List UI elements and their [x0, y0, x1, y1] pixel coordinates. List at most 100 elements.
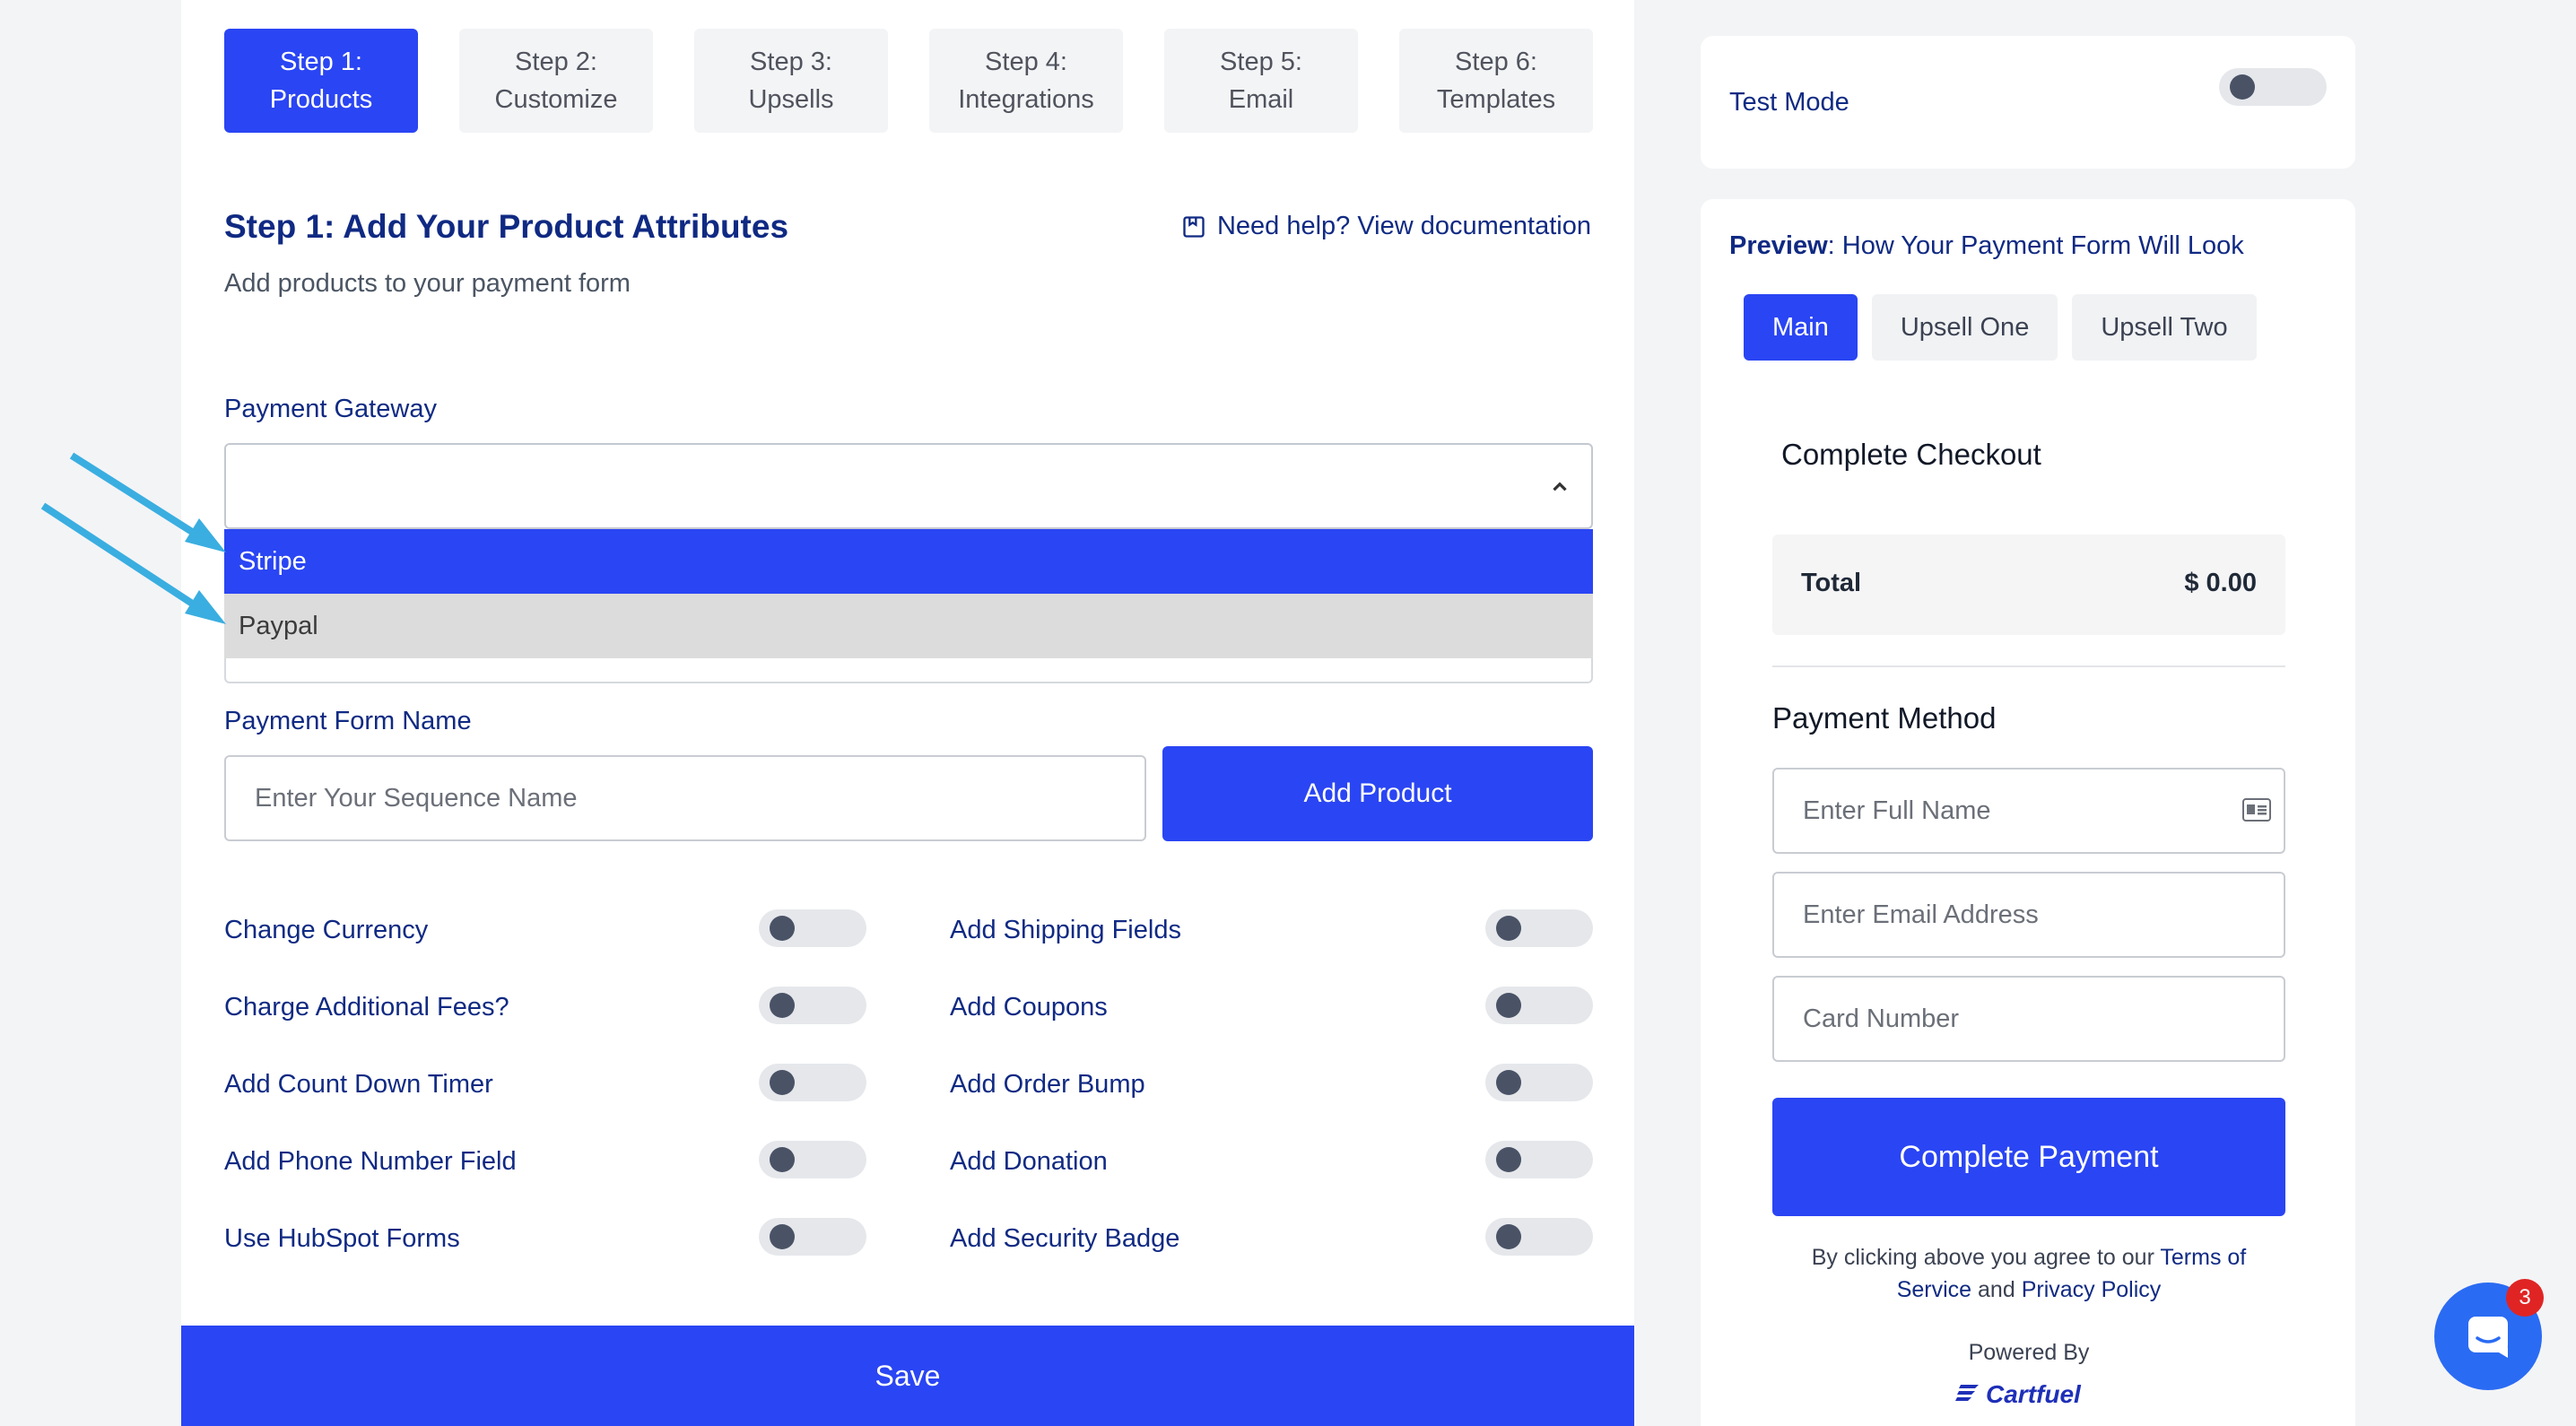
- payment-form-name-label: Payment Form Name: [224, 707, 472, 735]
- documentation-link[interactable]: Need help? View documentation: [1181, 212, 1591, 241]
- tab-step-6-templates[interactable]: Step 6: Templates: [1399, 29, 1593, 133]
- step-name: Integrations: [958, 85, 1094, 114]
- total-label: Total: [1801, 569, 1862, 597]
- full-name-input[interactable]: [1772, 768, 2285, 854]
- option-label: Use HubSpot Forms: [224, 1223, 460, 1253]
- add-product-button[interactable]: Add Product: [1162, 746, 1593, 841]
- toggle-knob: [770, 1224, 795, 1249]
- payment-method-title: Payment Method: [1772, 701, 1997, 735]
- tab-step-4-integrations[interactable]: Step 4: Integrations: [929, 29, 1123, 133]
- page-title: Step 1: Add Your Product Attributes: [224, 208, 789, 245]
- brand-logo: Cartfuel: [1955, 1379, 2108, 1406]
- option-change-currency: Change Currency: [224, 908, 428, 952]
- toggle-donation[interactable]: [1485, 1141, 1593, 1178]
- toggle-knob: [770, 916, 795, 941]
- option-charge-additional-fees: Charge Additional Fees?: [224, 985, 509, 1030]
- option-count-down-timer: Add Count Down Timer: [224, 1062, 493, 1107]
- step-number: Step 4:: [985, 48, 1067, 76]
- privacy-policy-link[interactable]: Privacy Policy: [2022, 1277, 2162, 1302]
- option-label: Change Currency: [224, 915, 429, 944]
- tab-step-3-upsells[interactable]: Step 3: Upsells: [694, 29, 888, 133]
- toggle-knob: [770, 1147, 795, 1172]
- tab-step-2-customize[interactable]: Step 2: Customize: [459, 29, 653, 133]
- option-security-badge: Add Security Badge: [950, 1216, 1179, 1261]
- email-input[interactable]: [1772, 872, 2285, 958]
- option-label: Add Count Down Timer: [224, 1069, 493, 1099]
- option-phone-number-field: Add Phone Number Field: [224, 1139, 517, 1184]
- divider: [1772, 665, 2285, 667]
- test-mode-toggle[interactable]: [2219, 68, 2327, 106]
- page-subtitle: Add products to your payment form: [224, 269, 631, 298]
- tab-upsell-one[interactable]: Upsell One: [1871, 294, 2058, 361]
- preview-panel: Preview: How Your Payment Form Will Look…: [1701, 199, 2355, 1426]
- chat-icon: [2468, 1317, 2508, 1358]
- toggle-count-down-timer[interactable]: [759, 1064, 866, 1101]
- step-name: Products: [269, 85, 373, 114]
- toggle-change-currency[interactable]: [759, 909, 866, 947]
- payment-gateway-select[interactable]: [224, 443, 1593, 529]
- step-name: Email: [1228, 85, 1294, 114]
- option-label: Add Order Bump: [950, 1069, 1145, 1099]
- toggle-knob: [770, 993, 795, 1018]
- option-label: Add Security Badge: [950, 1223, 1180, 1253]
- toggle-knob: [770, 1070, 795, 1095]
- brand-mark-icon: [1955, 1385, 1979, 1401]
- preview-title-bold: Preview: [1729, 231, 1828, 260]
- test-mode-card: Test Mode: [1701, 36, 2355, 169]
- card-number-input[interactable]: [1772, 976, 2285, 1062]
- step-tabs: Step 1: Products Step 2: Customize Step …: [224, 29, 1593, 133]
- toggle-knob: [1496, 993, 1521, 1018]
- toggle-knob: [1496, 1070, 1521, 1095]
- terms-and: and: [1971, 1277, 2022, 1302]
- toggle-charge-additional-fees[interactable]: [759, 987, 866, 1024]
- step-name: Templates: [1436, 85, 1556, 114]
- option-hubspot-forms: Use HubSpot Forms: [224, 1216, 460, 1261]
- toggle-phone-number-field[interactable]: [759, 1141, 866, 1178]
- toggle-security-badge[interactable]: [1485, 1218, 1593, 1256]
- toggle-knob: [2230, 74, 2255, 100]
- builder-panel: Step 1: Products Step 2: Customize Step …: [181, 0, 1634, 1426]
- gateway-option-paypal[interactable]: Paypal: [224, 594, 1593, 658]
- step-number: Step 1:: [280, 48, 362, 76]
- contact-card-icon: [2242, 798, 2271, 822]
- step-number: Step 5:: [1220, 48, 1302, 76]
- preview-tabs: Main Upsell One Upsell Two: [1744, 294, 2257, 361]
- tab-step-5-email[interactable]: Step 5: Email: [1164, 29, 1358, 133]
- option-label: Add Coupons: [950, 992, 1108, 1022]
- step-name: Upsells: [748, 85, 834, 114]
- preview-title-rest: : How Your Payment Form Will Look: [1827, 231, 2244, 260]
- notification-badge: 3: [2506, 1279, 2544, 1317]
- step-name: Customize: [494, 85, 618, 114]
- toggle-coupons[interactable]: [1485, 987, 1593, 1024]
- checkout-title: Complete Checkout: [1781, 438, 2041, 471]
- tab-step-1-products[interactable]: Step 1: Products: [224, 29, 418, 133]
- powered-by-label: Powered By: [1968, 1340, 2090, 1365]
- save-button[interactable]: Save: [181, 1326, 1634, 1426]
- toggle-knob: [1496, 1224, 1521, 1249]
- option-label: Charge Additional Fees?: [224, 992, 509, 1022]
- toggle-hubspot-forms[interactable]: [759, 1218, 866, 1256]
- option-label: Add Phone Number Field: [224, 1146, 517, 1176]
- terms-text: By clicking above you agree to our Terms…: [1772, 1241, 2285, 1306]
- payment-form-name-input[interactable]: [224, 755, 1146, 841]
- step-number: Step 3:: [750, 48, 832, 76]
- document-icon: [1183, 215, 1205, 238]
- toggle-order-bump[interactable]: [1485, 1064, 1593, 1101]
- brand-name: Cartfuel: [1986, 1380, 2081, 1406]
- option-label: Add Shipping Fields: [950, 915, 1181, 944]
- terms-prefix: By clicking above you agree to our: [1811, 1245, 2161, 1270]
- complete-payment-button[interactable]: Complete Payment: [1772, 1098, 2285, 1216]
- toggle-knob: [1496, 1147, 1521, 1172]
- documentation-link-label: Need help? View documentation: [1216, 212, 1591, 240]
- payment-gateway-label: Payment Gateway: [224, 395, 437, 423]
- option-shipping-fields: Add Shipping Fields: [950, 908, 1181, 952]
- option-donation: Add Donation: [950, 1139, 1108, 1184]
- chevron-up-icon: [1553, 482, 1567, 491]
- tab-upsell-two[interactable]: Upsell Two: [2072, 294, 2257, 361]
- tab-main[interactable]: Main: [1744, 294, 1858, 361]
- step-number: Step 2:: [515, 48, 597, 76]
- toggle-shipping-fields[interactable]: [1485, 909, 1593, 947]
- total-value: $ 0.00: [2184, 569, 2257, 597]
- option-label: Add Donation: [950, 1146, 1108, 1176]
- gateway-option-stripe[interactable]: Stripe: [224, 529, 1593, 594]
